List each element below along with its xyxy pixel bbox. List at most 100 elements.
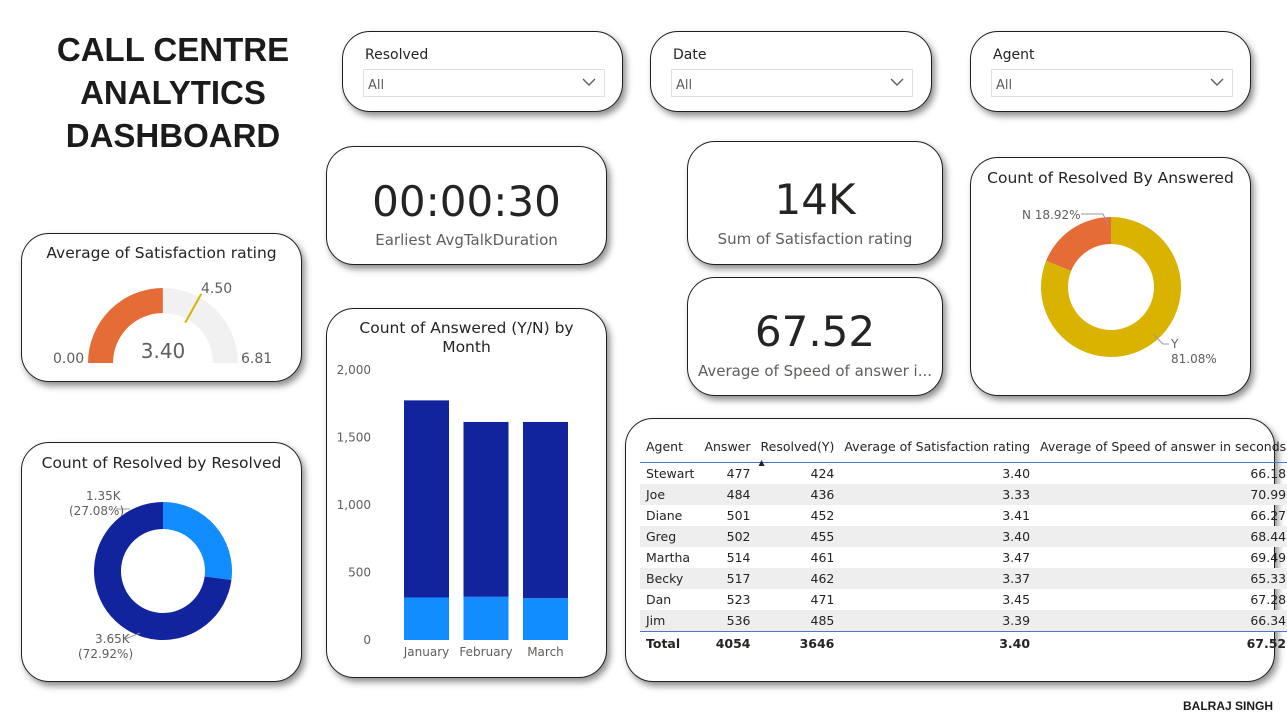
- table-cell: 461: [810, 550, 835, 565]
- y-tick-label: 1,000: [337, 498, 371, 512]
- bar-march-series-2[interactable]: [523, 421, 568, 599]
- table-cell: Jim: [640, 610, 699, 632]
- filter-agent: Agent All: [970, 31, 1251, 112]
- kpi-talk-duration-value: 00:00:30: [372, 177, 561, 226]
- dashboard-title: CALL CENTRE ANALYTICS DASHBOARD: [40, 28, 306, 157]
- table-cell: 501: [726, 508, 751, 523]
- column-header-resolved[interactable]: Resolved(Y) ▲: [754, 433, 839, 467]
- table-cell: 502: [698, 526, 755, 547]
- chevron-down-icon: [582, 78, 596, 86]
- table-cell: 484: [698, 484, 755, 505]
- table-row[interactable]: Jim 536 485 3.39 66.34: [640, 610, 1287, 632]
- donut-resolved-label-1a: 1.35K: [86, 489, 122, 503]
- column-header-answer[interactable]: Answer: [698, 433, 755, 463]
- donut-resolved-label-2a: 3.65K: [95, 632, 131, 646]
- title-line-2: ANALYTICS: [80, 74, 266, 111]
- table-total-row[interactable]: Total 4054 3646 3.40 67.52: [640, 631, 1287, 654]
- table-cell: Total: [640, 631, 699, 654]
- table-cell: 455: [754, 526, 839, 547]
- table-cell: 477: [726, 466, 751, 481]
- filter-agent-dropdown[interactable]: All: [991, 69, 1233, 97]
- kpi-speed-value: 67.52: [754, 307, 876, 356]
- kpi-satisfaction-sum-value: 14K: [774, 175, 856, 224]
- table-cell: 65.33: [1034, 568, 1287, 589]
- table-cell: 68.44: [1034, 526, 1287, 547]
- y-tick-label: 500: [348, 566, 371, 580]
- table-cell: 3.40: [838, 631, 1035, 654]
- table-cell: 523: [726, 592, 751, 607]
- table-cell: 3.39: [838, 610, 1035, 632]
- author-credit: BALRAJ SINGH: [1182, 699, 1273, 713]
- table-cell: 66.18: [1250, 466, 1287, 481]
- donut-answered-label-y: Y: [1170, 337, 1179, 351]
- filter-agent-label: Agent: [993, 47, 1035, 63]
- filter-date: Date All: [650, 31, 932, 112]
- table-row[interactable]: Greg 502 455 3.40 68.44: [640, 526, 1287, 547]
- table-cell: Dan: [646, 592, 672, 607]
- gauge-target-label: 4.50: [201, 281, 232, 297]
- table-cell: 517: [698, 568, 755, 589]
- table-row[interactable]: Diane 501 452 3.41 66.27: [640, 505, 1287, 526]
- table-cell: Greg: [640, 526, 699, 547]
- y-tick-label: 1,500: [337, 431, 371, 445]
- filter-agent-value: All: [996, 78, 1013, 93]
- table-cell: 471: [810, 592, 835, 607]
- table-cell: Becky: [640, 568, 699, 589]
- filter-resolved-label: Resolved: [365, 47, 429, 63]
- table-cell: 3.47: [1002, 550, 1031, 565]
- column-header-agent[interactable]: Agent: [640, 433, 699, 463]
- table-cell: 69.49: [1250, 550, 1287, 565]
- table-cell: 4054: [698, 631, 755, 654]
- kpi-satisfaction-sum-card: 14K Sum of Satisfaction rating: [687, 141, 943, 265]
- table-cell: 67.52: [1034, 631, 1287, 654]
- kpi-talk-duration-card: 00:00:30 Earliest AvgTalkDuration: [326, 146, 607, 265]
- gauge-satisfaction-card: Average of Satisfaction rating 0.00 6.81…: [21, 233, 302, 382]
- filter-resolved: Resolved All: [342, 31, 623, 112]
- filter-date-label: Date: [673, 47, 707, 63]
- column-header-speed[interactable]: Average of Speed of answer in seconds: [1034, 433, 1287, 463]
- filter-resolved-value: All: [368, 78, 385, 93]
- agent-table: Agent Answer Resolved(Y) ▲ Average of Sa…: [640, 433, 1287, 654]
- gauge-value-label: 3.40: [141, 339, 186, 363]
- table-row[interactable]: Becky 517 462 3.37 65.33: [640, 568, 1287, 589]
- donut-answered-card: Count of Resolved By Answered N 18.92% Y…: [970, 157, 1251, 396]
- sort-ascending-icon: ▲: [758, 458, 765, 467]
- donut-answered-slice-n[interactable]: [1046, 217, 1112, 271]
- chevron-down-icon: [1210, 78, 1224, 86]
- table-cell: Martha: [646, 550, 691, 565]
- table-row[interactable]: Dan 523 471 3.45 67.28: [640, 589, 1287, 610]
- filter-resolved-dropdown[interactable]: All: [363, 69, 605, 97]
- kpi-speed-card: 67.52 Average of Speed of answer i...: [687, 277, 943, 396]
- table-row[interactable]: Martha 514 461 3.47 69.49: [640, 547, 1287, 568]
- bar-february-series-1[interactable]: [463, 596, 509, 640]
- chevron-down-icon: [890, 78, 904, 86]
- y-tick-label: 0: [363, 633, 371, 647]
- table-row[interactable]: Stewart 477 424 3.40 66.18: [640, 463, 1287, 485]
- donut-answered-label-n: N 18.92%: [1022, 208, 1081, 222]
- table-cell: 536: [698, 610, 755, 632]
- kpi-speed-label: Average of Speed of answer i...: [697, 362, 933, 380]
- x-tick-label: February: [459, 645, 512, 659]
- bar-march-series-1[interactable]: [523, 598, 568, 640]
- y-tick-label: 2,000: [337, 363, 371, 377]
- column-header-satisfaction[interactable]: Average of Satisfaction rating: [838, 433, 1035, 463]
- table-cell: 424: [810, 466, 835, 481]
- title-line-3: DASHBOARD: [65, 117, 281, 154]
- table-row[interactable]: Joe 484 436 3.33 70.99: [640, 484, 1287, 505]
- donut-resolved-chart: 1.35K (27.08%) 3.65K (72.92%): [69, 489, 232, 661]
- table-cell: 67.28: [1250, 592, 1287, 607]
- bar-chart: 0 500 1,000 1,500 2,000 January February March: [337, 363, 568, 659]
- table-header-row: Agent Answer Resolved(Y) ▲ Average of Sa…: [640, 433, 1287, 467]
- bar-january-series-2[interactable]: [404, 400, 449, 598]
- bar-february-series-2[interactable]: [463, 421, 509, 597]
- x-tick-label: January: [403, 645, 450, 659]
- table-cell: Diane: [646, 508, 683, 523]
- donut-resolved-slice-1[interactable]: [163, 502, 232, 580]
- table-cell: 514: [726, 550, 751, 565]
- donut-resolved-label-2b: (72.92%): [78, 647, 133, 661]
- gauge-min-label: 0.00: [53, 351, 84, 367]
- table-cell: 3.40: [838, 526, 1035, 547]
- table-cell: 452: [810, 508, 835, 523]
- bar-january-series-1[interactable]: [404, 597, 449, 640]
- filter-date-dropdown[interactable]: All: [671, 69, 913, 97]
